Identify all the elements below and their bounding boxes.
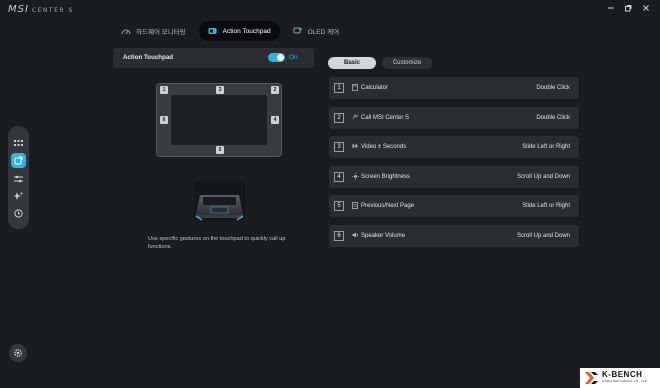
tab-oled-care[interactable]: OLED 케어 [284,21,348,41]
zone-4[interactable]: 4 [271,116,279,124]
toggle-knob [277,54,284,61]
history-icon[interactable] [11,206,26,221]
gesture-number: 3 [334,142,344,153]
zone-6[interactable]: 6 [160,116,168,124]
zone-5[interactable]: 5 [216,146,224,154]
oled-care-icon [293,27,303,35]
gesture-name: Video ± Seconds [361,144,407,151]
tab-label: OLED 케어 [307,29,340,36]
restore-icon[interactable] [621,3,635,15]
kbench-watermark: K-BENCH KOREA BENCHMARK CO., LTD. [580,368,660,388]
touchpad-icon [208,27,218,35]
gesture-number: 2 [334,112,344,123]
action-touchpad-row: Action Touchpad On [113,48,314,68]
gesture-number: 4 [334,171,344,182]
gesture-number: 1 [334,83,344,93]
tab-label: Action Touchpad [222,27,271,35]
gesture-item-msi-center[interactable]: 2 Call MSI Center S Double Click [329,106,579,129]
zone-3[interactable]: 3 [216,86,224,94]
gesture-item-screen-brightness[interactable]: 4 Screen Brightness Scroll Up and Down [329,165,579,188]
calculator-icon [351,84,359,92]
toggle-state-label: On [289,54,298,61]
zone-1[interactable]: 1 [160,86,168,94]
touchpad-description: Use specific gestures on the touchpad to… [148,236,286,250]
action-touchpad-label: Action Touchpad [123,54,174,61]
gesture-item-speaker-volume[interactable]: 6 Speaker Volume Scroll Up and Down [329,224,579,247]
speaker-icon [351,232,359,240]
tab-label: 하드웨어 모니터링 [136,29,186,36]
zone-2[interactable]: 2 [271,86,279,94]
minimize-icon[interactable] [604,3,618,15]
tab-hardware-monitoring[interactable]: 하드웨어 모니터링 [112,21,195,41]
basic-button[interactable]: Basic [328,57,376,69]
gesture-action: Double Click [536,114,570,121]
tab-action-touchpad[interactable]: Action Touchpad [198,21,280,41]
close-icon[interactable] [639,3,653,15]
gesture-name: Previous/Next Page [361,203,415,210]
touchpad-surface [171,95,267,145]
gesture-name: Screen Brightness [361,173,411,180]
customize-button[interactable]: Customize [382,57,432,69]
side-rail [8,126,29,229]
watermark-subtext: KOREA BENCHMARK CO., LTD. [602,380,648,383]
speedometer-icon [121,27,131,35]
gesture-name: Call MSI Center S [361,114,410,121]
grid-icon[interactable] [11,136,26,151]
gesture-item-calculator[interactable]: 1 Calculator Double Click [329,77,579,99]
gesture-item-video-seconds[interactable]: 3 Video ± Seconds Slide Left or Right [329,136,579,159]
gesture-name: Calculator [361,85,389,91]
gesture-name: Speaker Volume [361,232,406,239]
logo-subtext: CENTER S [31,7,74,14]
gesture-action: Scroll Up and Down [516,173,570,180]
gesture-action: Double Click [536,85,570,91]
touchpad-icon[interactable] [11,153,26,168]
gear-icon[interactable] [9,344,27,362]
gesture-action: Slide Left or Right [522,144,570,151]
top-tabs: 하드웨어 모니터링 Action Touchpad OLED 케어 [112,21,348,41]
watermark-text: K-BENCH [602,370,643,379]
gesture-number: 6 [334,230,344,241]
app-logo: MSI CENTER S [8,4,74,15]
kbench-logo-icon [585,372,598,384]
gesture-number: 5 [334,201,344,212]
action-touchpad-toggle[interactable] [268,53,285,62]
touchpad-diagram: 1 2 3 4 5 6 [156,83,282,157]
laptop-illustration [194,181,245,222]
skip-icon [351,143,359,151]
brightness-icon [351,172,359,181]
logo-text: MSI [8,4,29,15]
gesture-list: 1 Calculator Double Click 2 Call MSI Cen… [329,77,579,255]
gesture-item-prev-next-page[interactable]: 5 Previous/Next Page Slide Left or Right [329,195,579,218]
msi-icon [351,113,359,122]
title-bar: MSI CENTER S [0,0,660,22]
sparkle-icon[interactable] [11,189,26,204]
page-icon [351,202,359,210]
sliders-icon[interactable] [11,171,26,186]
gesture-action: Slide Left or Right [522,203,570,210]
gesture-action: Scroll Up and Down [516,232,570,239]
